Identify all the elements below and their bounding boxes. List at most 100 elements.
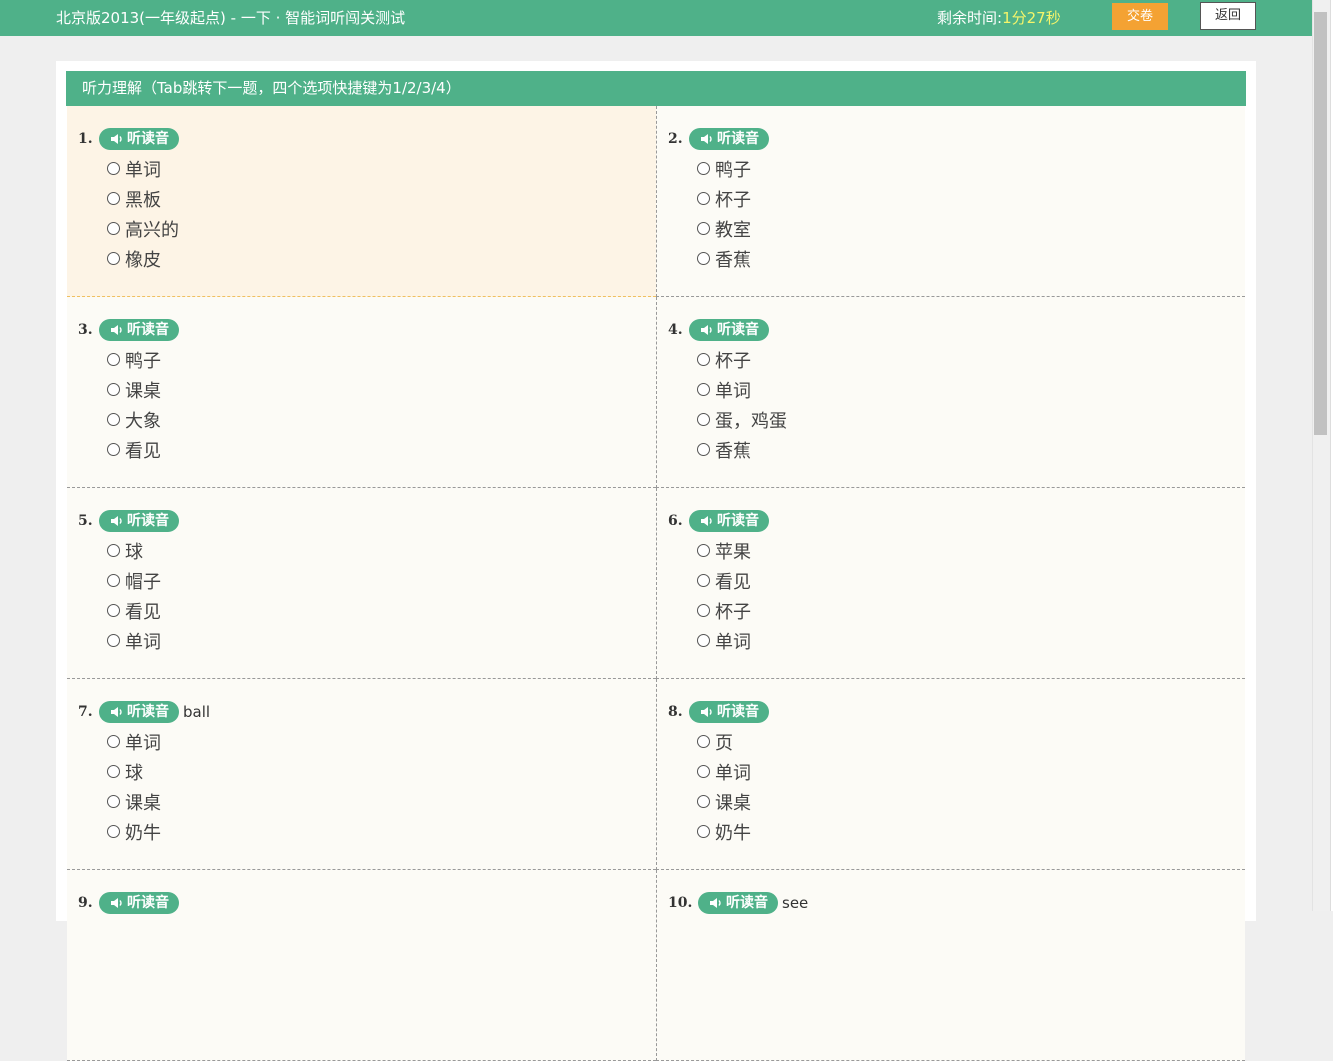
speaker-icon (701, 707, 712, 717)
radio-button[interactable] (107, 604, 120, 617)
speaker-icon (710, 898, 721, 908)
radio-button[interactable] (107, 544, 120, 557)
option-label: 苹果 (715, 542, 751, 563)
radio-button[interactable] (107, 574, 120, 587)
radio-button[interactable] (697, 222, 710, 235)
listen-button[interactable]: 听读音 (689, 319, 769, 341)
listen-button[interactable]: 听读音 (689, 510, 769, 532)
option-label: 奶牛 (715, 823, 751, 844)
question-item: 9. 听读音 (67, 870, 656, 1061)
answer-option[interactable]: 杯子 (697, 602, 751, 624)
radio-button[interactable] (697, 604, 710, 617)
answer-option[interactable]: 课桌 (107, 381, 161, 403)
radio-button[interactable] (107, 634, 120, 647)
listen-label: 听读音 (127, 131, 169, 147)
answer-option[interactable]: 大象 (107, 411, 161, 433)
listen-label: 听读音 (127, 895, 169, 911)
radio-button[interactable] (697, 443, 710, 456)
answer-option[interactable]: 奶牛 (107, 823, 161, 845)
radio-button[interactable] (697, 544, 710, 557)
radio-button[interactable] (107, 765, 120, 778)
back-button[interactable]: 返回 (1200, 2, 1256, 30)
question-number: 2. (668, 131, 683, 147)
answer-option[interactable]: 球 (107, 542, 143, 564)
radio-button[interactable] (107, 162, 120, 175)
radio-button[interactable] (107, 413, 120, 426)
option-label: 香蕉 (715, 441, 751, 462)
answer-option[interactable]: 看见 (107, 441, 161, 463)
answer-option[interactable]: 奶牛 (697, 823, 751, 845)
listen-button[interactable]: 听读音 (99, 319, 179, 341)
radio-button[interactable] (697, 413, 710, 426)
radio-button[interactable] (107, 825, 120, 838)
listen-button[interactable]: 听读音 (99, 701, 179, 723)
listen-label: 听读音 (717, 322, 759, 338)
answer-option[interactable]: 香蕉 (697, 441, 751, 463)
question-number: 1. (78, 131, 93, 147)
answer-option[interactable]: 香蕉 (697, 250, 751, 272)
answer-option[interactable]: 看见 (107, 602, 161, 624)
speaker-icon (111, 707, 122, 717)
remaining-time: 剩余时间:1分27秒 (937, 7, 1061, 28)
top-bar: 北京版2013(一年级起点) - 一下 · 智能词听闯关测试 剩余时间:1分27… (0, 0, 1312, 36)
radio-button[interactable] (107, 443, 120, 456)
question-item: 2. 听读音鸭子杯子教室香蕉 (656, 106, 1245, 297)
answer-option[interactable]: 苹果 (697, 542, 751, 564)
answer-option[interactable]: 杯子 (697, 351, 751, 373)
answer-option[interactable]: 单词 (107, 632, 161, 654)
listen-button[interactable]: 听读音 (99, 510, 179, 532)
answer-option[interactable]: 单词 (697, 381, 751, 403)
page-scrollbar[interactable] (1312, 0, 1333, 911)
answer-option[interactable]: 鸭子 (697, 160, 751, 182)
option-label: 课桌 (125, 793, 161, 814)
question-number: 3. (78, 322, 93, 338)
answer-option[interactable]: 杯子 (697, 190, 751, 212)
radio-button[interactable] (697, 162, 710, 175)
radio-button[interactable] (697, 383, 710, 396)
answer-option[interactable]: 看见 (697, 572, 751, 594)
radio-button[interactable] (697, 825, 710, 838)
radio-button[interactable] (107, 192, 120, 205)
answer-option[interactable]: 单词 (697, 763, 751, 785)
question-item: 6. 听读音 苹果 看见 杯子 单词 (656, 488, 1245, 679)
radio-button[interactable] (697, 795, 710, 808)
radio-button[interactable] (697, 252, 710, 265)
answer-option[interactable]: 教室 (697, 220, 751, 242)
radio-button[interactable] (107, 252, 120, 265)
radio-button[interactable] (697, 353, 710, 366)
answer-option[interactable]: 球 (107, 763, 143, 785)
answer-option[interactable]: 蛋，鸡蛋 (697, 411, 787, 433)
question-hint-word: see (782, 894, 809, 912)
listen-button[interactable]: 听读音 (689, 701, 769, 723)
radio-button[interactable] (697, 634, 710, 647)
option-label: 球 (125, 542, 143, 563)
radio-button[interactable] (697, 192, 710, 205)
answer-option[interactable]: 单词 (107, 160, 161, 182)
scrollbar-thumb[interactable] (1314, 12, 1327, 435)
radio-button[interactable] (697, 765, 710, 778)
remaining-time-value: 1分27秒 (1002, 9, 1061, 27)
radio-button[interactable] (697, 574, 710, 587)
answer-option[interactable]: 帽子 (107, 572, 161, 594)
listen-button[interactable]: 听读音 (99, 128, 179, 150)
listen-button[interactable]: 听读音 (689, 128, 769, 150)
answer-option[interactable]: 单词 (107, 733, 161, 755)
answer-option[interactable]: 单词 (697, 632, 751, 654)
answer-option[interactable]: 黑板 (107, 190, 161, 212)
answer-option[interactable]: 高兴的 (107, 220, 179, 242)
radio-button[interactable] (107, 222, 120, 235)
radio-button[interactable] (107, 795, 120, 808)
answer-option[interactable]: 鸭子 (107, 351, 161, 373)
speaker-icon (701, 134, 712, 144)
answer-option[interactable]: 橡皮 (107, 250, 161, 272)
radio-button[interactable] (107, 353, 120, 366)
radio-button[interactable] (697, 735, 710, 748)
answer-option[interactable]: 页 (697, 733, 733, 755)
answer-option[interactable]: 课桌 (107, 793, 161, 815)
submit-button[interactable]: 交卷 (1112, 3, 1168, 30)
option-label: 看见 (125, 441, 161, 462)
radio-button[interactable] (107, 383, 120, 396)
answer-option[interactable]: 课桌 (697, 793, 751, 815)
radio-button[interactable] (107, 735, 120, 748)
question-number: 4. (668, 322, 683, 338)
